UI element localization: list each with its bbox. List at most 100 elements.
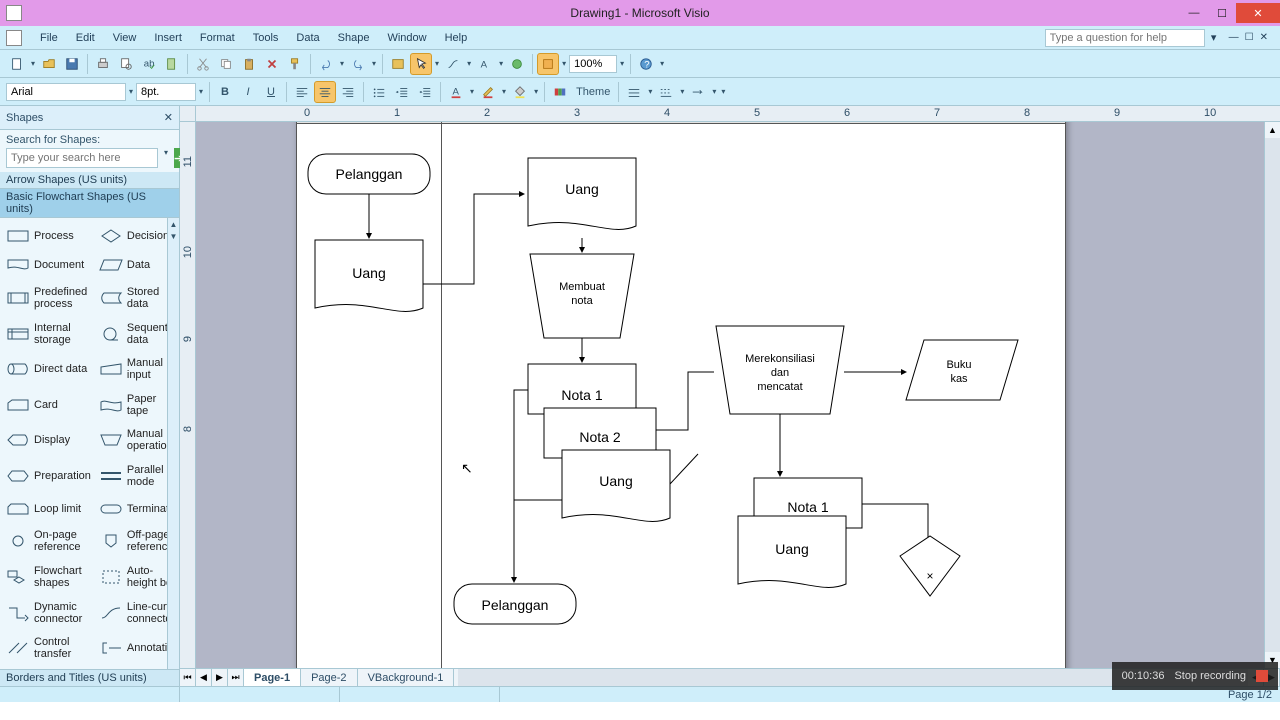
format-painter-button[interactable]: [284, 53, 306, 75]
redo-dropdown-icon[interactable]: ▾: [370, 59, 378, 68]
menu-insert[interactable]: Insert: [146, 29, 190, 47]
shape-internal-storage[interactable]: Internal storage: [2, 317, 95, 351]
font-size-dropdown-icon[interactable]: ▾: [197, 87, 205, 96]
vscroll-up-icon[interactable]: ▲: [1265, 122, 1280, 138]
maximize-button[interactable]: ☐: [1208, 3, 1236, 23]
shape-preparation[interactable]: Preparation: [2, 459, 95, 493]
lane-body-badu[interactable]: [442, 124, 1066, 668]
snap-dropdown-icon[interactable]: ▾: [560, 59, 568, 68]
tab-nav-prev[interactable]: ◀: [196, 669, 212, 686]
menu-edit[interactable]: Edit: [68, 29, 103, 47]
shapes-window-button[interactable]: [387, 53, 409, 75]
line-pattern-button[interactable]: [655, 81, 677, 103]
zoom-input[interactable]: [569, 55, 617, 73]
copy-button[interactable]: [215, 53, 237, 75]
font-name-input[interactable]: [6, 83, 126, 101]
drawing-viewport[interactable]: Pegawai Badu Pelanggan: [196, 122, 1264, 668]
shape-loop-limit[interactable]: Loop limit: [2, 495, 95, 523]
increase-indent-button[interactable]: [414, 81, 436, 103]
theme-button[interactable]: [549, 81, 571, 103]
line-pattern-dropdown-icon[interactable]: ▾: [678, 87, 686, 96]
research-button[interactable]: [161, 53, 183, 75]
toolbar2-options-icon[interactable]: ▾: [719, 87, 727, 96]
text-dropdown-icon[interactable]: ▾: [497, 59, 505, 68]
shape-control-transfer[interactable]: Control transfer: [2, 631, 95, 665]
cut-button[interactable]: [192, 53, 214, 75]
shape-direct-data[interactable]: Direct data: [2, 352, 95, 386]
toolbar-options-icon[interactable]: ▾: [658, 59, 666, 68]
tab-nav-last[interactable]: ⏭: [228, 669, 244, 686]
connector-tool-button[interactable]: [442, 53, 464, 75]
menu-file[interactable]: File: [32, 29, 66, 47]
help-dropdown-icon[interactable]: ▾: [1207, 31, 1221, 44]
theme-label[interactable]: Theme: [572, 86, 614, 98]
drawing-page[interactable]: Pegawai Badu Pelanggan: [296, 122, 1066, 668]
recorder-stop-button[interactable]: Stop recording: [1174, 670, 1246, 682]
shapes-search-input[interactable]: [6, 148, 158, 168]
snap-button[interactable]: [537, 53, 559, 75]
open-button[interactable]: [38, 53, 60, 75]
underline-button[interactable]: U: [260, 81, 282, 103]
document-icon[interactable]: [6, 30, 22, 46]
shapes-scrollbar[interactable]: ▲ ▼: [167, 218, 179, 669]
line-ends-dropdown-icon[interactable]: ▾: [710, 87, 718, 96]
undo-dropdown-icon[interactable]: ▾: [338, 59, 346, 68]
decrease-indent-button[interactable]: [391, 81, 413, 103]
menu-tools[interactable]: Tools: [245, 29, 287, 47]
line-color-button[interactable]: [477, 81, 499, 103]
menu-view[interactable]: View: [105, 29, 145, 47]
menu-format[interactable]: Format: [192, 29, 243, 47]
shape-display[interactable]: Display: [2, 424, 95, 458]
italic-button[interactable]: I: [237, 81, 259, 103]
menu-help[interactable]: Help: [437, 29, 476, 47]
print-button[interactable]: [92, 53, 114, 75]
page-tab-2[interactable]: Page-2: [301, 669, 357, 686]
shape-process[interactable]: Process: [2, 222, 95, 250]
save-button[interactable]: [61, 53, 83, 75]
shape-predefined-process[interactable]: Predefined process: [2, 281, 95, 315]
zoom-dropdown-icon[interactable]: ▾: [618, 59, 626, 68]
help-button[interactable]: ?: [635, 53, 657, 75]
pointer-dropdown-icon[interactable]: ▾: [433, 59, 441, 68]
scroll-up-icon[interactable]: ▲: [168, 218, 179, 230]
page-tab-1[interactable]: Page-1: [244, 669, 301, 686]
shape-card[interactable]: Card: [2, 388, 95, 422]
page-tab-vbackground[interactable]: VBackground-1: [358, 669, 455, 686]
stencil-arrow-shapes[interactable]: Arrow Shapes (US units): [0, 172, 179, 189]
lane-body-pegawai[interactable]: [296, 124, 442, 668]
font-size-input[interactable]: [136, 83, 196, 101]
shape-flowchart-shapes[interactable]: Flowchart shapes: [2, 560, 95, 594]
menu-shape[interactable]: Shape: [330, 29, 378, 47]
delete-button[interactable]: [261, 53, 283, 75]
bold-button[interactable]: B: [214, 81, 236, 103]
font-color-button[interactable]: A: [445, 81, 467, 103]
shapes-search-dropdown-icon[interactable]: ▾: [162, 148, 170, 168]
stencil-basic-flowchart[interactable]: Basic Flowchart Shapes (US units): [0, 189, 179, 218]
stencil-borders-titles[interactable]: Borders and Titles (US units): [0, 669, 179, 686]
text-tool-button[interactable]: A: [474, 53, 496, 75]
paste-button[interactable]: [238, 53, 260, 75]
font-name-dropdown-icon[interactable]: ▾: [127, 87, 135, 96]
new-dropdown-icon[interactable]: ▾: [29, 59, 37, 68]
help-search-input[interactable]: [1045, 29, 1205, 47]
menu-window[interactable]: Window: [379, 29, 434, 47]
close-button[interactable]: ✕: [1236, 3, 1280, 23]
spellcheck-button[interactable]: ab: [138, 53, 160, 75]
scroll-down-icon[interactable]: ▼: [168, 230, 179, 242]
fill-color-dropdown-icon[interactable]: ▾: [532, 87, 540, 96]
vertical-scrollbar[interactable]: ▲ ▼: [1264, 122, 1280, 668]
font-color-dropdown-icon[interactable]: ▾: [468, 87, 476, 96]
align-center-button[interactable]: [314, 81, 336, 103]
line-weight-dropdown-icon[interactable]: ▾: [646, 87, 654, 96]
menu-data[interactable]: Data: [288, 29, 327, 47]
mdi-close-button[interactable]: ✕: [1260, 32, 1268, 43]
tab-nav-next[interactable]: ▶: [212, 669, 228, 686]
print-preview-button[interactable]: [115, 53, 137, 75]
align-right-button[interactable]: [337, 81, 359, 103]
undo-button[interactable]: [315, 53, 337, 75]
line-weight-button[interactable]: [623, 81, 645, 103]
ink-tool-button[interactable]: [506, 53, 528, 75]
tab-nav-first[interactable]: ⏮: [180, 669, 196, 686]
mdi-restore-button[interactable]: ☐: [1245, 32, 1254, 43]
fill-color-button[interactable]: [509, 81, 531, 103]
